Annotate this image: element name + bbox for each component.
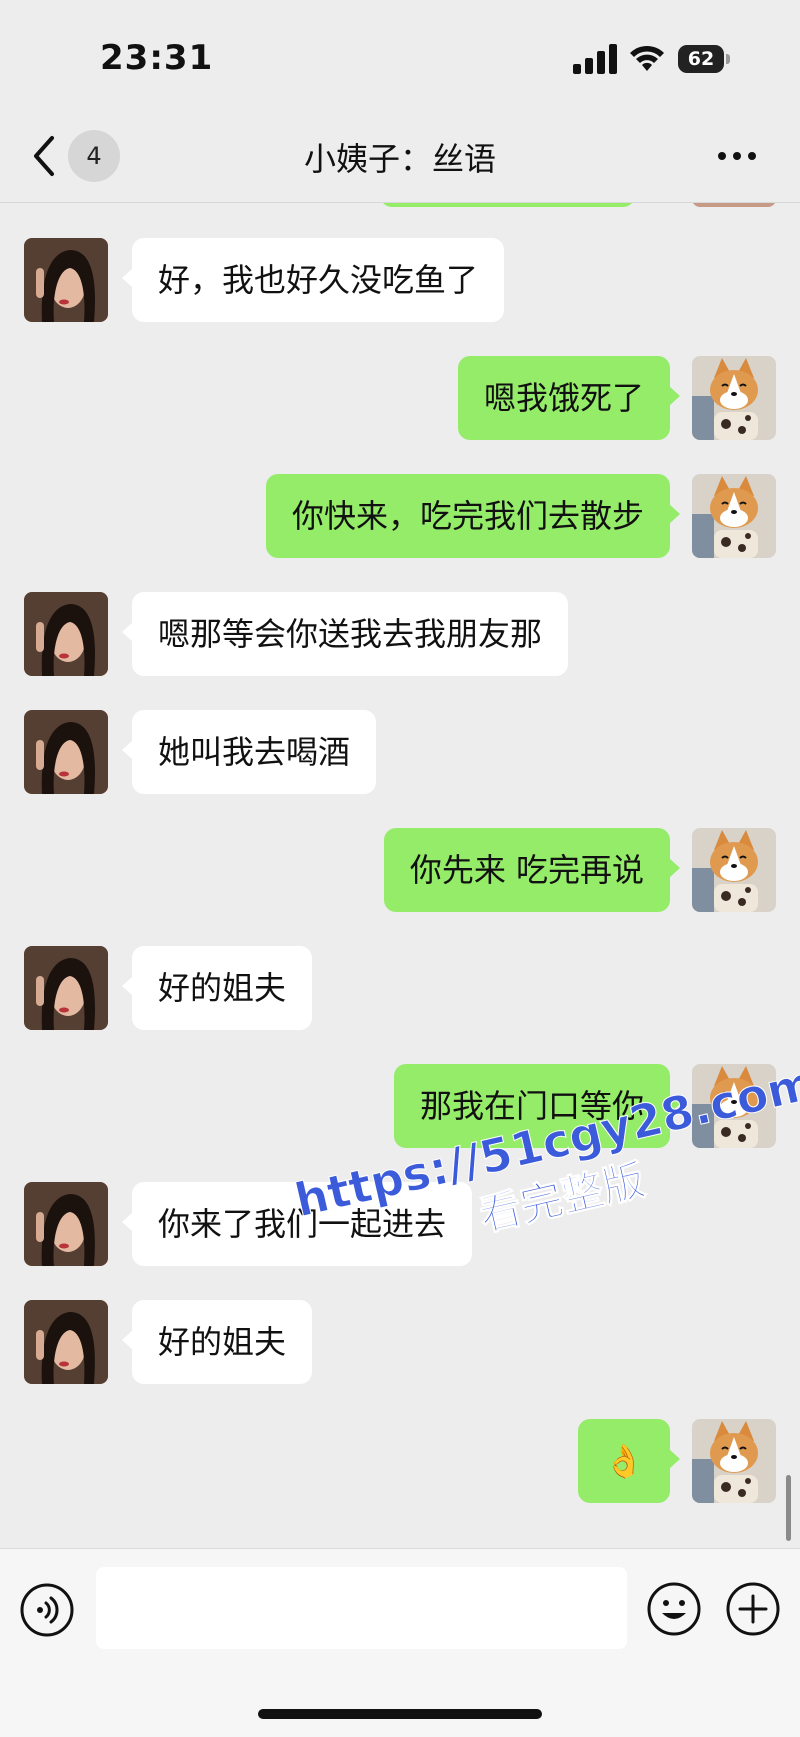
- incoming-message-bubble[interactable]: 她叫我去喝酒: [121, 710, 377, 794]
- status-bar: 23:31 62: [0, 0, 800, 110]
- incoming-message-row: 嗯那等会你送我去我朋友那: [0, 592, 800, 676]
- incoming-message-row: 她叫我去喝酒: [0, 710, 800, 794]
- outgoing-message-row: 你快来，吃完我们去散步: [0, 474, 800, 558]
- voice-input-icon[interactable]: [20, 1583, 74, 1637]
- contact-avatar[interactable]: [24, 710, 108, 794]
- more-dots-icon[interactable]: [718, 152, 758, 162]
- plus-icon[interactable]: [725, 1581, 781, 1637]
- outgoing-message-row: 嗯我饿死了: [0, 356, 800, 440]
- outgoing-message-bubble[interactable]: 👌: [578, 1419, 680, 1503]
- cellular-signal-icon: [573, 44, 617, 74]
- chevron-left-icon[interactable]: [28, 134, 62, 178]
- status-time: 23:31: [100, 38, 214, 78]
- contact-avatar[interactable]: [24, 1182, 108, 1266]
- scrollbar[interactable]: [786, 1475, 791, 1541]
- previous-message-avatar: [692, 203, 776, 207]
- incoming-message-row: 好的姐夫: [0, 946, 800, 1030]
- outgoing-message-bubble[interactable]: 你快来，吃完我们去散步: [265, 474, 681, 558]
- incoming-message-row: 好，我也好久没吃鱼了: [0, 238, 800, 322]
- battery-indicator: 62: [678, 45, 730, 73]
- home-indicator: [258, 1709, 542, 1719]
- outgoing-message-bubble[interactable]: 你先来 吃完再说: [383, 828, 681, 912]
- emoji-icon[interactable]: [646, 1581, 702, 1637]
- battery-tip: [726, 54, 730, 64]
- incoming-message-bubble[interactable]: 好，我也好久没吃鱼了: [121, 238, 505, 322]
- my-avatar[interactable]: [692, 1419, 776, 1503]
- outgoing-message-row: 你先来 吃完再说: [0, 828, 800, 912]
- wifi-icon: [630, 45, 664, 71]
- chat-header: 4 小姨子：丝语: [0, 110, 800, 203]
- unread-count-badge[interactable]: 4: [68, 130, 120, 182]
- input-bar: [0, 1548, 800, 1737]
- outgoing-message-row: 👌: [0, 1419, 800, 1503]
- contact-avatar[interactable]: [24, 592, 108, 676]
- incoming-message-bubble[interactable]: 嗯那等会你送我去我朋友那: [121, 592, 569, 676]
- my-avatar[interactable]: [692, 828, 776, 912]
- incoming-message-bubble[interactable]: 好的姐夫: [121, 1300, 313, 1384]
- contact-avatar[interactable]: [24, 946, 108, 1030]
- chat-title: 小姨子：丝语: [303, 140, 496, 178]
- incoming-message-bubble[interactable]: 好的姐夫: [121, 946, 313, 1030]
- my-avatar[interactable]: [692, 356, 776, 440]
- contact-avatar[interactable]: [24, 1300, 108, 1384]
- battery-level: 62: [678, 45, 724, 73]
- message-input[interactable]: [96, 1567, 627, 1649]
- previous-message-bubble: [380, 203, 635, 207]
- contact-avatar[interactable]: [24, 238, 108, 322]
- my-avatar[interactable]: [692, 474, 776, 558]
- outgoing-message-bubble[interactable]: 嗯我饿死了: [457, 356, 681, 440]
